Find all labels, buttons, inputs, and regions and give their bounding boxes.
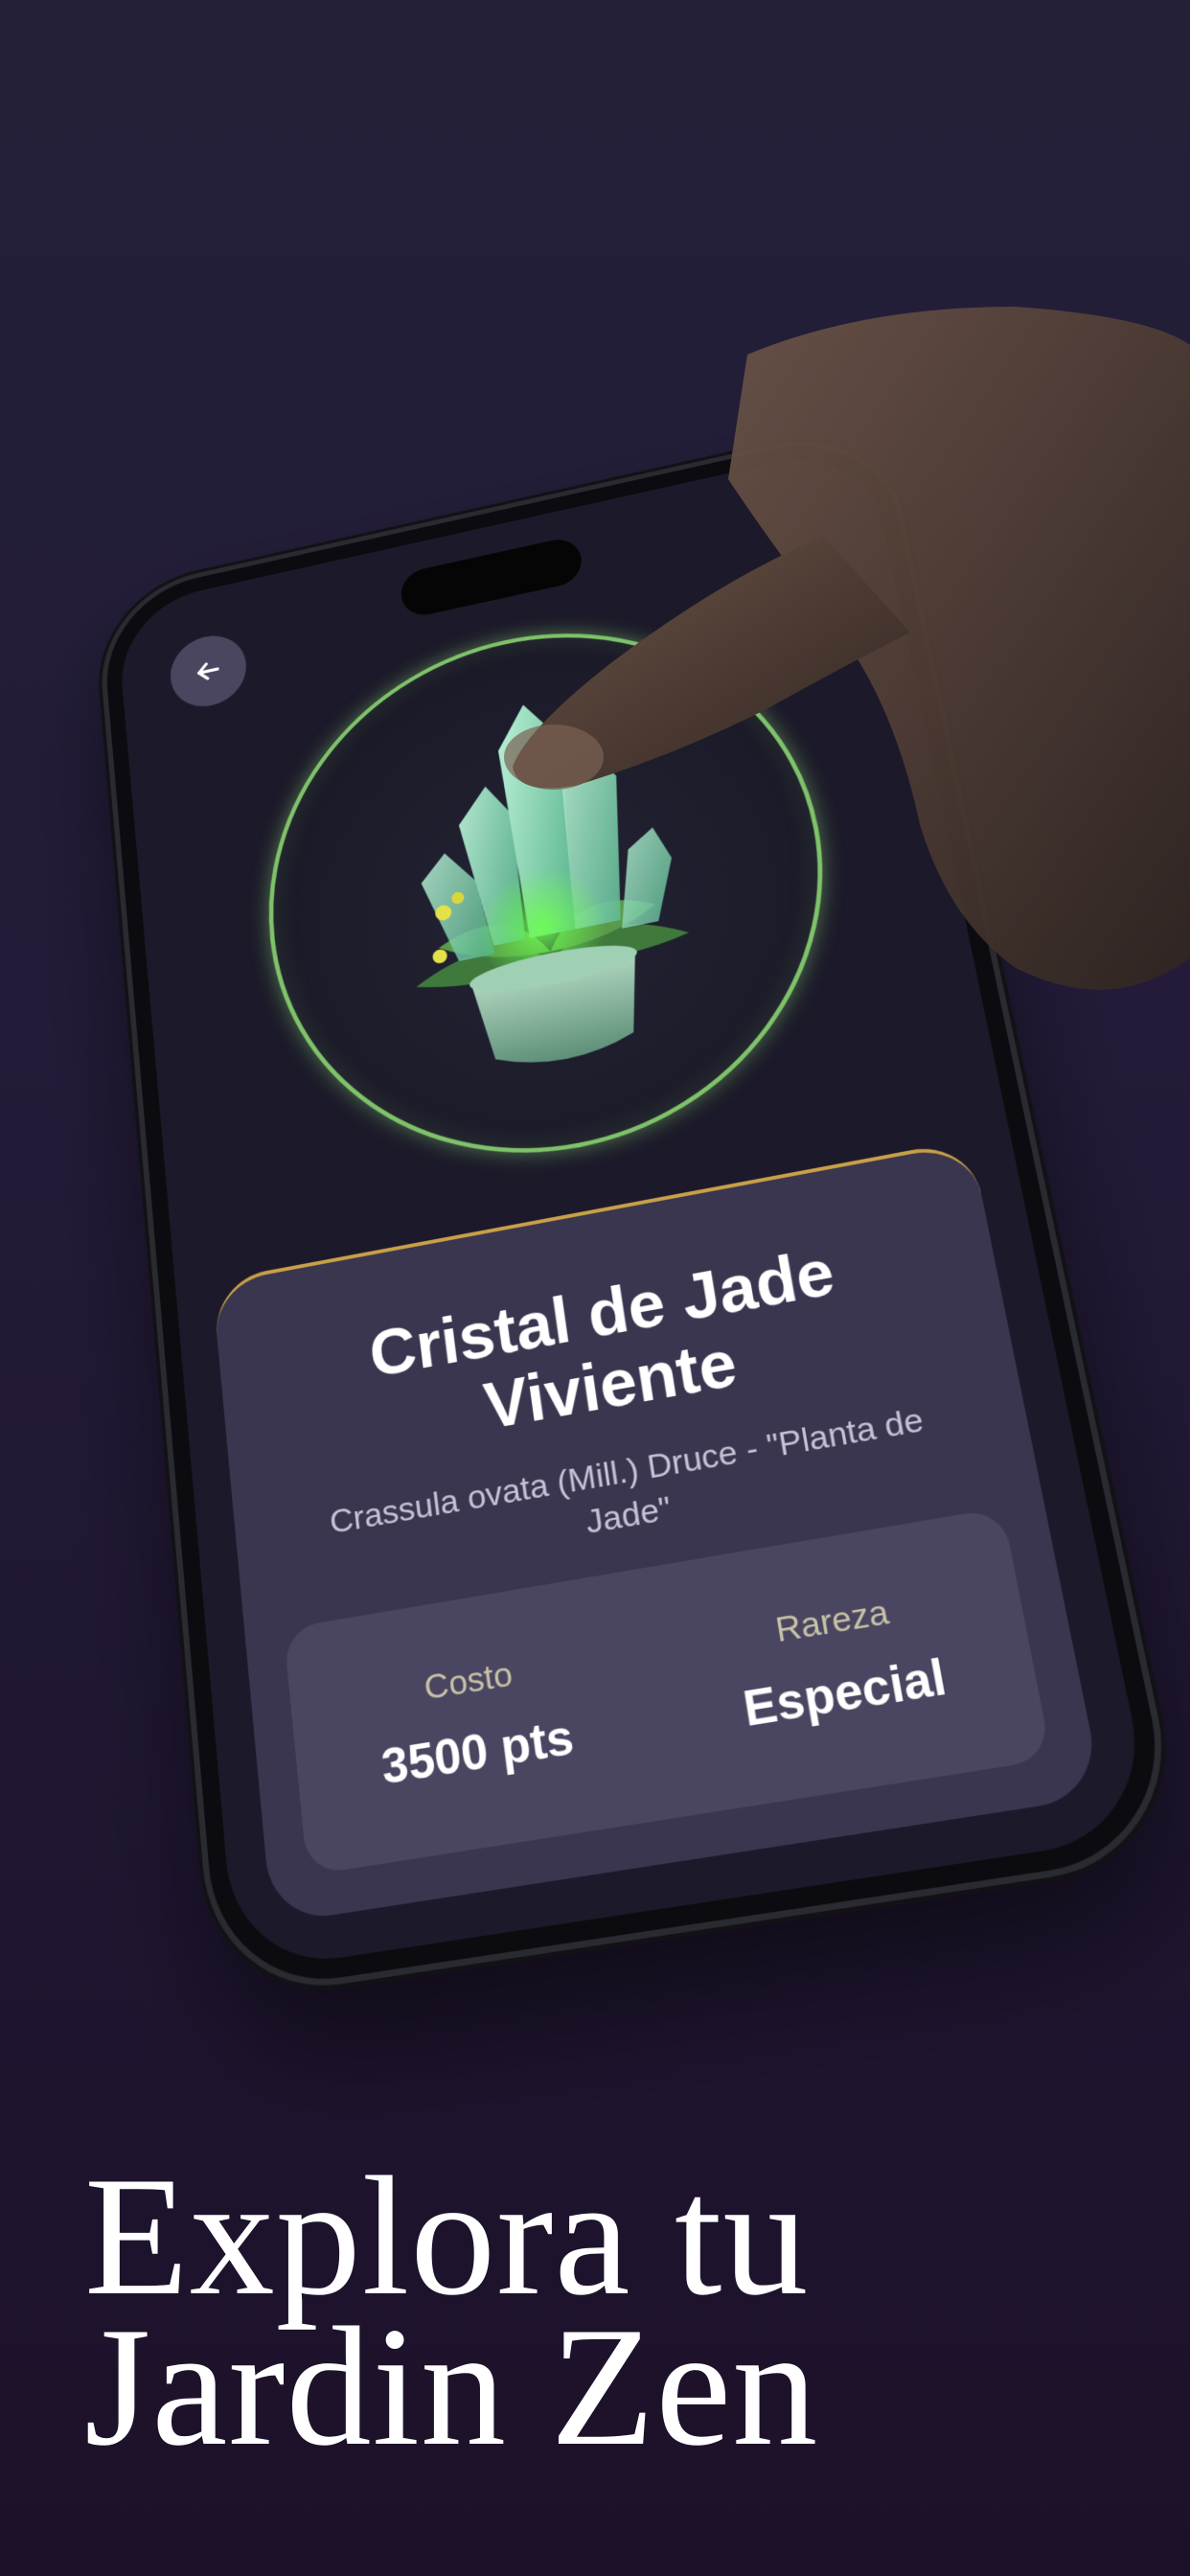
dynamic-island bbox=[398, 535, 585, 620]
stat-value: Especial bbox=[740, 1649, 951, 1738]
stat-cost: Costo 3500 pts bbox=[284, 1569, 674, 1875]
phone-screen: Cristal de Jade Viviente Crassula ovata … bbox=[115, 443, 1156, 1974]
marketing-headline: Explora tu Jardin Zen bbox=[84, 2141, 819, 2481]
back-button[interactable] bbox=[167, 629, 250, 714]
stat-label: Costo bbox=[422, 1654, 515, 1709]
headline-line-1: Explora tu bbox=[84, 2141, 810, 2331]
arrow-left-icon bbox=[191, 654, 225, 689]
plant-info-card: Cristal de Jade Viviente Crassula ovata … bbox=[212, 1138, 1104, 1924]
stat-label: Rareza bbox=[772, 1592, 892, 1650]
plant-display-ring[interactable] bbox=[244, 583, 869, 1202]
stat-rarity: Rareza Especial bbox=[636, 1507, 1052, 1818]
jade-crystal-plant-image bbox=[413, 698, 691, 1075]
headline-line-2: Jardin Zen bbox=[84, 2290, 819, 2481]
stat-value: 3500 pts bbox=[378, 1710, 578, 1796]
phone-mockup: Cristal de Jade Viviente Crassula ovata … bbox=[100, 426, 1180, 1996]
